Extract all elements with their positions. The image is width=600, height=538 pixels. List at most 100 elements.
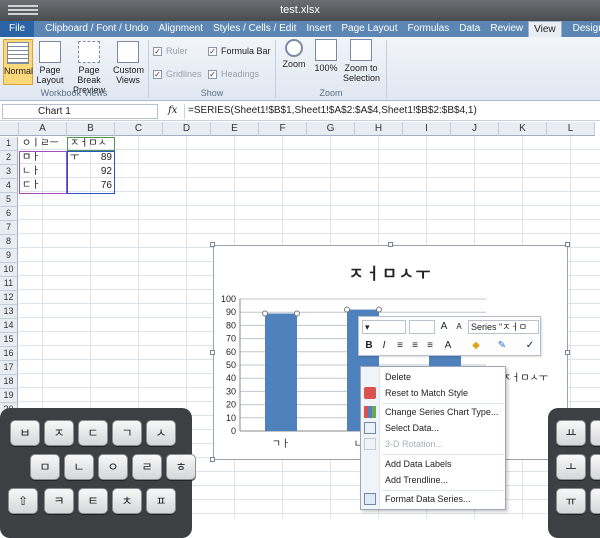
key-left-2-1[interactable]: ㅌ	[78, 488, 108, 514]
menu-item-change-chart-type[interactable]: Change Series Chart Type...	[361, 404, 507, 420]
row-header-6[interactable]: 6	[0, 207, 18, 221]
column-header-i[interactable]: I	[403, 122, 451, 136]
tab-formulas[interactable]: Formulas	[403, 21, 455, 37]
font-name-dropdown[interactable]: ▾	[362, 320, 406, 334]
row-header-11[interactable]: 11	[0, 277, 18, 291]
row-header-2[interactable]: 2	[0, 151, 18, 165]
column-header-b[interactable]: B	[67, 122, 115, 136]
align-center-icon[interactable]: ≡	[408, 339, 422, 353]
grow-font-icon[interactable]: A	[437, 320, 451, 334]
font-color-icon[interactable]: A	[441, 339, 455, 353]
custom-views-button[interactable]: Custom Views	[113, 41, 144, 85]
key-left-1-4[interactable]: ㅎ	[166, 454, 196, 480]
column-header-j[interactable]: J	[451, 122, 499, 136]
key-left-0-2[interactable]: ㄷ	[78, 420, 108, 446]
series-dropdown[interactable]: Series "ㅈㅓㅁ	[468, 320, 539, 334]
tab-data[interactable]: Data	[454, 21, 485, 37]
tab-view[interactable]: View	[528, 21, 562, 37]
tab-file[interactable]: File	[0, 21, 35, 37]
column-header-d[interactable]: D	[163, 122, 211, 136]
row-header-13[interactable]: 13	[0, 305, 18, 319]
zoom-100-button[interactable]: 100%	[313, 39, 339, 73]
key-left-0-4[interactable]: ㅅ	[146, 420, 176, 446]
font-size-dropdown[interactable]	[409, 320, 435, 334]
menu-item-reset-style[interactable]: Reset to Match Style	[361, 385, 507, 401]
bar[interactable]	[265, 313, 297, 431]
row-header-1[interactable]: 1	[0, 137, 18, 151]
align-right-icon[interactable]: ≡	[423, 339, 437, 353]
column-header-e[interactable]: E	[211, 122, 259, 136]
column-header-k[interactable]: K	[499, 122, 547, 136]
format-painter-icon[interactable]: ✓	[523, 339, 537, 353]
key-left-0-3[interactable]: ㄱ	[112, 420, 142, 446]
tab-review[interactable]: Review	[485, 21, 528, 37]
page-layout-view-button[interactable]: Page Layout	[36, 41, 64, 85]
key-right-2-1[interactable]: ㅜ	[590, 488, 600, 514]
row-header-10[interactable]: 10	[0, 263, 18, 277]
column-header-h[interactable]: H	[355, 122, 403, 136]
key-right-0-0[interactable]: ㅛ	[556, 420, 586, 446]
row-header-14[interactable]: 14	[0, 319, 18, 333]
key-right-1-0[interactable]: ㅗ	[556, 454, 586, 480]
column-header-g[interactable]: G	[307, 122, 355, 136]
italic-icon[interactable]: I	[377, 339, 391, 353]
chart-handle[interactable]	[565, 350, 570, 355]
row-header-4[interactable]: 4	[0, 179, 18, 193]
formula-input[interactable]: =SERIES(Sheet1!$B$1,Sheet1!$A$2:$A$4,She…	[184, 104, 596, 119]
tab-page-layout[interactable]: Page Layout	[336, 21, 402, 37]
chart-handle[interactable]	[210, 350, 215, 355]
fx-icon[interactable]: fx	[168, 105, 177, 116]
chart-handle[interactable]	[565, 242, 570, 247]
row-header-19[interactable]: 19	[0, 389, 18, 403]
row-header-3[interactable]: 3	[0, 165, 18, 179]
shift-key-icon[interactable]: ⇧	[8, 488, 38, 514]
key-right-1-1[interactable]: ㅓ	[590, 454, 600, 480]
ruler-checkbox[interactable]: ✓ Ruler	[153, 46, 188, 56]
row-header-17[interactable]: 17	[0, 361, 18, 375]
key-left-1-0[interactable]: ㅁ	[30, 454, 60, 480]
align-left-icon[interactable]: ≡	[393, 339, 407, 353]
key-left-2-0[interactable]: ㅋ	[44, 488, 74, 514]
column-header-a[interactable]: A	[19, 122, 67, 136]
page-break-preview-button[interactable]: Page Break Preview	[66, 41, 112, 95]
row-header-12[interactable]: 12	[0, 291, 18, 305]
tab-design[interactable]: Design	[568, 21, 600, 37]
chart-handle[interactable]	[388, 242, 393, 247]
menu-grip-icon[interactable]	[8, 5, 38, 15]
tab-clipboard[interactable]: Clipboard / Font / Undo	[40, 21, 153, 37]
row-header-9[interactable]: 9	[0, 249, 18, 263]
tab-alignment[interactable]: Alignment	[154, 21, 208, 37]
row-header-16[interactable]: 16	[0, 347, 18, 361]
headings-checkbox[interactable]: ✓ Headings	[208, 69, 259, 79]
outline-color-icon[interactable]: ✎	[495, 339, 509, 353]
select-all-corner[interactable]	[0, 122, 19, 136]
menu-item-add-data-labels[interactable]: Add Data Labels	[361, 456, 507, 472]
formula-bar-checkbox[interactable]: ✓ Formula Bar	[208, 46, 271, 56]
menu-item-add-trendline[interactable]: Add Trendline...	[361, 472, 507, 488]
tab-insert[interactable]: Insert	[301, 21, 336, 37]
column-header-c[interactable]: C	[115, 122, 163, 136]
fill-color-icon[interactable]: ◆	[469, 339, 483, 353]
legend-entry[interactable]: ㅈㅓㅁㅅㅜ	[502, 369, 548, 384]
chart-handle[interactable]	[210, 457, 215, 462]
zoom-button[interactable]: Zoom	[281, 39, 307, 69]
row-header-5[interactable]: 5	[0, 193, 18, 207]
key-left-0-1[interactable]: ㅈ	[44, 420, 74, 446]
key-left-1-1[interactable]: ㄴ	[64, 454, 94, 480]
key-right-0-1[interactable]: ㅕ	[590, 420, 600, 446]
column-header-l[interactable]: L	[547, 122, 595, 136]
cell-a1[interactable]: ㅇㅣㄹㅡㅁ	[19, 137, 67, 163]
shrink-font-icon[interactable]: A	[452, 320, 466, 334]
menu-item-3d-rotation[interactable]: 3-D Rotation...	[361, 436, 507, 452]
column-header-f[interactable]: F	[259, 122, 307, 136]
key-left-1-2[interactable]: ㅇ	[98, 454, 128, 480]
zoom-to-selection-button[interactable]: Zoom to Selection	[343, 39, 380, 83]
key-left-1-3[interactable]: ㄹ	[132, 454, 162, 480]
normal-view-button[interactable]: Normal	[3, 39, 33, 85]
bold-icon[interactable]: B	[362, 339, 376, 353]
row-header-7[interactable]: 7	[0, 221, 18, 235]
menu-item-format-data-series[interactable]: Format Data Series...	[361, 491, 507, 507]
name-box[interactable]: Chart 1	[2, 104, 158, 119]
key-left-2-3[interactable]: ㅍ	[146, 488, 176, 514]
tab-styles[interactable]: Styles / Cells / Edit	[208, 21, 301, 37]
